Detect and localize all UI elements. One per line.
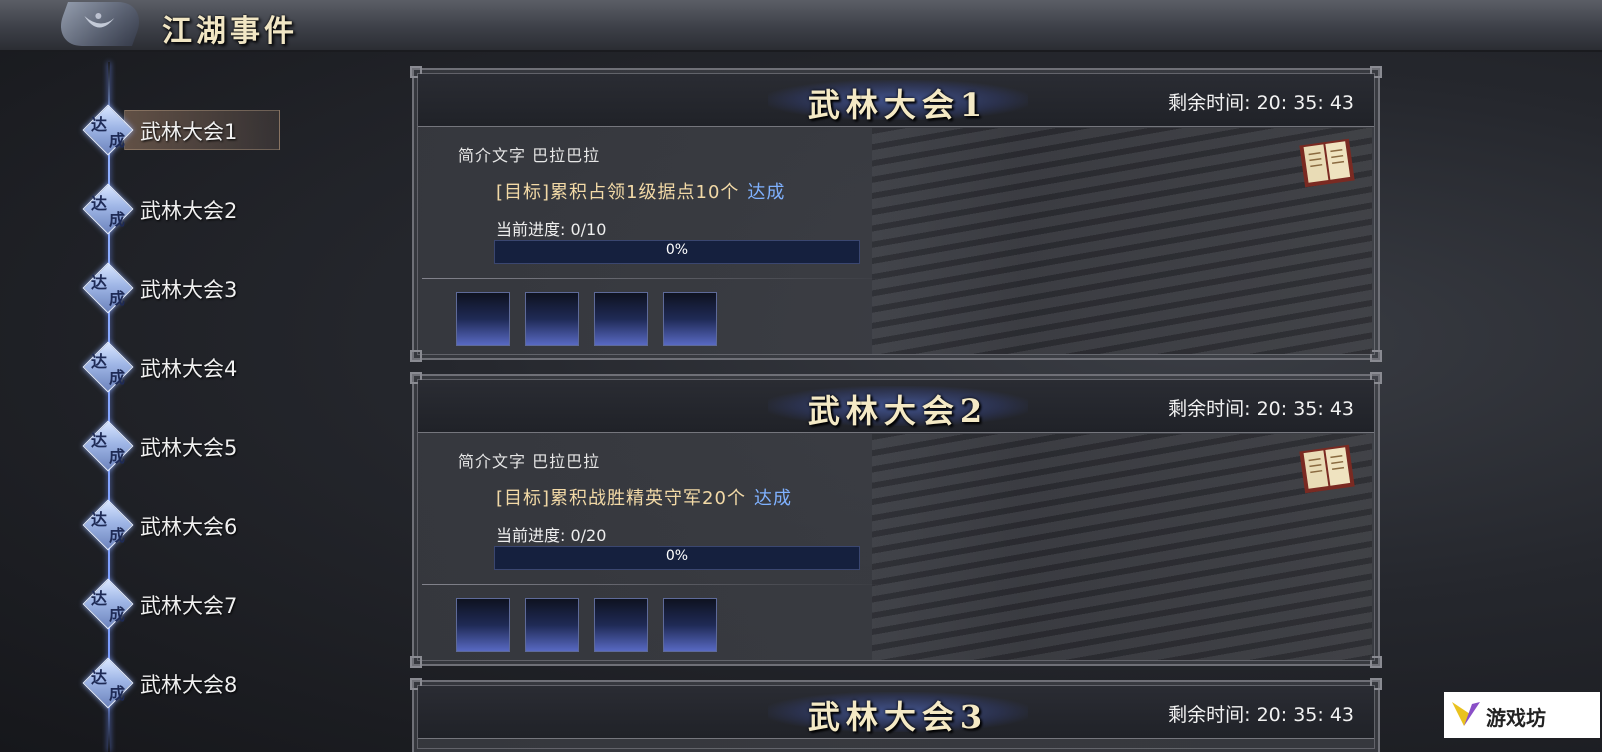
remaining-time: 剩余时间: 20: 35: 43	[1168, 704, 1354, 726]
sidebar-item-wulin-3[interactable]: 达成 武林大会3	[82, 262, 384, 314]
remaining-time: 剩余时间: 20: 35: 43	[1168, 92, 1354, 114]
achieved-badge: 达成	[91, 431, 126, 466]
book-icon[interactable]	[1298, 136, 1356, 188]
watermark-logo-icon	[1452, 702, 1480, 726]
achieved-badge: 达成	[91, 510, 126, 545]
event-card-header: 武林大会2 剩余时间: 20: 35: 43	[418, 380, 1374, 433]
watermark: 游戏坊	[1444, 692, 1600, 738]
achieved-badge: 达成	[91, 273, 126, 308]
progress-label: 当前进度: 0/20	[496, 526, 607, 545]
event-sidebar: 达成 武林大会1 达成 武林大会2 达成 武林大会3 达成 武林大会4 达成 武…	[0, 50, 400, 752]
event-goal: [目标]累积占领1级据点10个 达成	[496, 182, 786, 203]
sidebar-item-label: 武林大会6	[140, 515, 238, 539]
reward-slot[interactable]	[525, 598, 579, 652]
city-background-image	[872, 434, 1372, 660]
reward-slot[interactable]	[663, 292, 717, 346]
sidebar-item-wulin-4[interactable]: 达成 武林大会4	[82, 341, 384, 393]
event-intro: 简介文字 巴拉巴拉	[458, 452, 601, 471]
reward-slot[interactable]	[594, 598, 648, 652]
city-background-image	[872, 128, 1372, 354]
event-goal: [目标]累积战胜精英守军20个 达成	[496, 488, 792, 509]
goal-status: 达成	[753, 488, 792, 509]
event-card-header: 武林大会3 剩余时间: 20: 35: 43	[418, 686, 1374, 739]
achieved-badge: 达成	[91, 115, 126, 150]
sidebar-item-wulin-8[interactable]: 达成 武林大会8	[82, 657, 384, 709]
book-icon[interactable]	[1298, 442, 1356, 494]
sidebar-item-label: 武林大会8	[140, 673, 238, 697]
achieved-badge: 达成	[91, 668, 126, 703]
remaining-time: 剩余时间: 20: 35: 43	[1168, 398, 1354, 420]
sidebar-item-wulin-5[interactable]: 达成 武林大会5	[82, 420, 384, 472]
sidebar-timeline	[108, 62, 110, 752]
event-title: 武林大会2	[807, 392, 989, 430]
event-card: 武林大会1 剩余时间: 20: 35: 43 简介文字 巴拉巴拉 [目标]累积占领…	[410, 66, 1382, 362]
goal-status: 达成	[747, 182, 786, 203]
achieved-badge: 达成	[91, 352, 126, 387]
sidebar-item-wulin-1[interactable]: 达成 武林大会1	[82, 104, 384, 156]
sidebar-item-wulin-2[interactable]: 达成 武林大会2	[82, 183, 384, 235]
sidebar-item-label: 武林大会5	[140, 436, 238, 460]
crescent-moon-icon	[84, 13, 115, 28]
reward-slot[interactable]	[663, 598, 717, 652]
top-bar: 江湖事件	[0, 0, 1602, 52]
progress-label: 当前进度: 0/10	[496, 220, 607, 239]
sidebar-item-label: 武林大会7	[140, 594, 238, 618]
event-card: 武林大会3 剩余时间: 20: 35: 43	[410, 678, 1382, 752]
event-intro: 简介文字 巴拉巴拉	[458, 146, 601, 165]
progress-percent: 0%	[665, 548, 689, 564]
reward-slot[interactable]	[456, 292, 510, 346]
sidebar-item-label: 武林大会1	[140, 120, 238, 144]
event-card: 武林大会2 剩余时间: 20: 35: 43 简介文字 巴拉巴拉 [目标]累积战胜…	[410, 372, 1382, 668]
progress-bar: 0%	[494, 546, 860, 570]
reward-slot[interactable]	[594, 292, 648, 346]
event-card-header: 武林大会1 剩余时间: 20: 35: 43	[418, 74, 1374, 127]
event-title: 武林大会3	[807, 698, 989, 736]
progress-bar: 0%	[494, 240, 860, 264]
sidebar-item-label: 武林大会4	[140, 357, 238, 381]
reward-slot[interactable]	[456, 598, 510, 652]
sidebar-item-wulin-7[interactable]: 达成 武林大会7	[82, 578, 384, 630]
page-title: 江湖事件	[162, 14, 298, 49]
event-title: 武林大会1	[807, 86, 989, 124]
achieved-badge: 达成	[91, 194, 126, 229]
progress-percent: 0%	[665, 242, 689, 258]
sidebar-item-wulin-6[interactable]: 达成 武林大会6	[82, 499, 384, 551]
sidebar-item-label: 武林大会3	[140, 278, 238, 302]
reward-slot[interactable]	[525, 292, 579, 346]
sidebar-item-label: 武林大会2	[140, 199, 238, 223]
achieved-badge: 达成	[91, 589, 126, 624]
header-emblem	[51, 2, 149, 46]
